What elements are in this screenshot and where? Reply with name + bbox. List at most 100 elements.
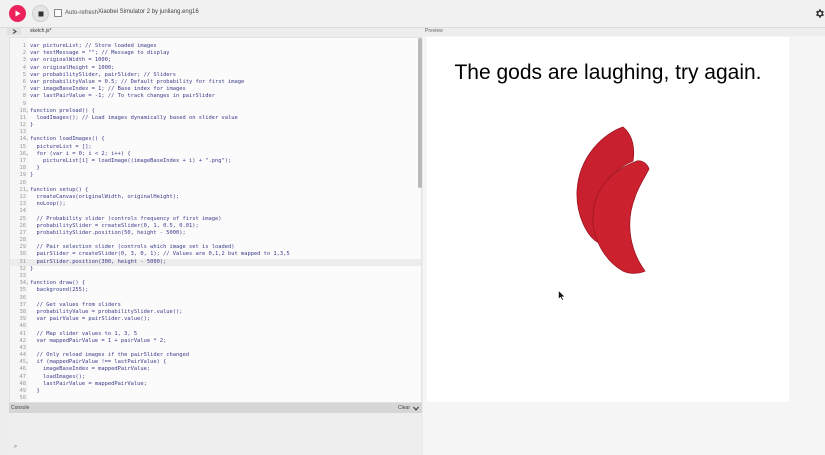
code-line[interactable]: 24 (10, 208, 421, 215)
code-text: // Probability slider (controls frequenc… (30, 215, 222, 222)
code-text: imageBaseIndex = mappedPairValue; (30, 366, 151, 373)
code-line[interactable]: 46 imageBaseIndex = mappedPairValue; (10, 366, 421, 373)
code-line[interactable]: 11 loadImages(); // Load images dynamica… (10, 115, 421, 122)
code-line[interactable]: 16 ▾ for (var i = 0; i < 2; i++) { (10, 151, 421, 158)
line-number: 3 (22, 57, 26, 64)
code-text: var probabilityValue = 0.5; // Default p… (30, 78, 245, 85)
code-line[interactable]: 10 ▾ function preload() { (10, 108, 421, 115)
code-line[interactable]: 9 (10, 101, 421, 108)
code-line[interactable]: 20 (10, 180, 421, 187)
code-text: var probabilitySlider, pairSlider; // Sl… (30, 71, 177, 78)
fold-toggle-icon[interactable]: ▾ (26, 359, 28, 366)
code-line[interactable]: 32} (10, 266, 421, 273)
line-number: 43 (19, 344, 27, 351)
code-line[interactable]: 27 probabilitySlider.position(50, height… (10, 230, 421, 237)
code-line[interactable]: 47 loadImages(); (10, 374, 421, 381)
line-number: 32 (19, 265, 27, 272)
code-line[interactable]: 19} (10, 172, 421, 179)
autorefresh-toggle[interactable]: Auto-refresh (54, 9, 98, 17)
code-line[interactable]: 40 (10, 323, 421, 330)
code-line[interactable]: 1 var pictureList; // Store loaded images (10, 43, 421, 50)
code-line[interactable]: 13 (10, 129, 421, 136)
line-number: 13 (19, 129, 27, 136)
line-number: 22 (19, 193, 27, 200)
expand-sidebar-button[interactable] (7, 28, 21, 35)
code-line[interactable]: 50 (10, 395, 421, 402)
line-number: 23 (19, 201, 27, 208)
sketch-title[interactable]: Xiaobei Simulator 2 by junliang.eng16 (98, 9, 199, 15)
code-text: // Only reload images if the pairSlider … (30, 352, 190, 359)
code-line[interactable]: 25 // Probability slider (controls frequ… (10, 216, 421, 223)
fold-toggle-icon[interactable]: ▾ (26, 151, 28, 158)
code-line[interactable]: 48 lastPairValue = mappedPairValue; (10, 381, 421, 388)
code-line[interactable]: 43 (10, 345, 421, 352)
code-line[interactable]: 29 // Pair selection slider (controls wh… (10, 244, 421, 251)
code-line[interactable]: 15 pictureList = []; (10, 144, 421, 151)
code-line[interactable]: 42 var mappedPairValue = 1 + pairValue *… (10, 338, 421, 345)
code-text: var originalHeight = 1000; (30, 64, 115, 71)
code-line[interactable]: 7 var imageBaseIndex = 1; // Base index f… (10, 86, 421, 93)
code-line[interactable]: 37 // Get values from sliders (10, 302, 421, 309)
line-number: 8 (22, 93, 26, 100)
code-line[interactable]: 38 probabilityValue = probabilitySlider.… (10, 309, 421, 316)
code-text: } (30, 165, 40, 172)
code-line[interactable]: 8 var lastPairValue = -1; // To track cha… (10, 93, 421, 100)
code-line[interactable]: 21 ▾ function setup() { (10, 187, 421, 194)
code-line[interactable]: 22 createCanvas(originalWidth, originalH… (10, 194, 421, 201)
editor-scrollbar[interactable] (418, 38, 422, 188)
fold-toggle-icon[interactable]: ▾ (26, 136, 28, 143)
code-line[interactable]: 36 (10, 295, 421, 302)
sketch-canvas[interactable]: The gods are laughing, try again. (427, 37, 789, 402)
line-number: 5 (22, 71, 26, 78)
code-line[interactable]: 30 pairSlider = createSlider(0, 3, 0, 1)… (10, 251, 421, 258)
code-line[interactable]: 34 ▾ function draw() { (10, 280, 421, 287)
code-lines[interactable]: 1 var pictureList; // Store loaded images… (10, 43, 421, 402)
fold-toggle-icon[interactable]: ▾ (26, 187, 28, 194)
code-line[interactable]: 6 var probabilityValue = 0.5; // Default … (10, 79, 421, 86)
code-line[interactable]: 4 var originalHeight = 1000; (10, 65, 421, 72)
line-number: 45 (19, 359, 27, 366)
code-line[interactable]: 45 ▾ if (mappedPairValue !== lastPairValu… (10, 359, 421, 366)
gear-icon (815, 8, 824, 18)
code-line[interactable]: 41 // Map slider values to 1, 3, 5 (10, 331, 421, 338)
code-text: function setup() { (30, 186, 89, 193)
code-line[interactable]: 2 var textMessage = ""; // Message to dis… (10, 50, 421, 57)
file-tab-sketch[interactable]: sketch.js* (30, 28, 51, 34)
code-text: } (30, 172, 34, 179)
code-line[interactable]: 31 pairSlider.position(300, height - 500… (10, 258, 421, 266)
play-button[interactable] (9, 5, 26, 22)
code-line[interactable]: 14 ▾ function loadImages() { (10, 136, 421, 143)
code-editor[interactable]: 1 var pictureList; // Store loaded images… (9, 37, 422, 403)
chevron-down-icon[interactable] (413, 406, 419, 411)
code-line[interactable]: 3 var originalWidth = 1000; (10, 57, 421, 64)
code-line[interactable]: 28 (10, 237, 421, 244)
code-text: createCanvas(originalWidth, originalHeig… (30, 193, 180, 200)
line-number: 25 (19, 215, 27, 222)
stop-button[interactable] (32, 5, 49, 22)
code-line[interactable]: 44 // Only reload images if the pairSlid… (10, 352, 421, 359)
fold-toggle-icon[interactable]: ▾ (26, 108, 28, 115)
code-line[interactable]: 23 noLoop(); (10, 201, 421, 208)
code-line[interactable]: 49 } (10, 388, 421, 395)
line-number: 28 (19, 237, 27, 244)
code-text: noLoop(); (30, 201, 66, 208)
code-text: var originalWidth = 1000; (30, 57, 112, 64)
code-line[interactable]: 5 var probabilitySlider, pairSlider; // S… (10, 72, 421, 79)
line-number: 15 (19, 143, 27, 150)
code-line[interactable]: 12} (10, 122, 421, 129)
code-line[interactable]: 35 background(255); (10, 287, 421, 294)
code-text: } (30, 122, 34, 129)
console-clear-button[interactable]: Clear (398, 405, 419, 411)
autorefresh-checkbox[interactable] (54, 9, 62, 17)
settings-button[interactable] (812, 6, 825, 20)
code-line[interactable]: 18 } (10, 165, 421, 172)
code-text: // Get values from sliders (30, 301, 121, 308)
code-line[interactable]: 17 pictureList[i] = loadImage((imageBase… (10, 158, 421, 165)
line-number: 26 (19, 222, 27, 229)
fold-toggle-icon[interactable]: ▾ (26, 280, 28, 287)
console-output[interactable] (9, 413, 422, 455)
code-line[interactable]: 39 var pairValue = pairSlider.value(); (10, 316, 421, 323)
code-line[interactable]: 26 probabilitySlider = createSlider(0, 1… (10, 223, 421, 230)
code-text: loadImages(); // Load images dynamically… (30, 114, 238, 121)
code-line[interactable]: 33 (10, 273, 421, 280)
